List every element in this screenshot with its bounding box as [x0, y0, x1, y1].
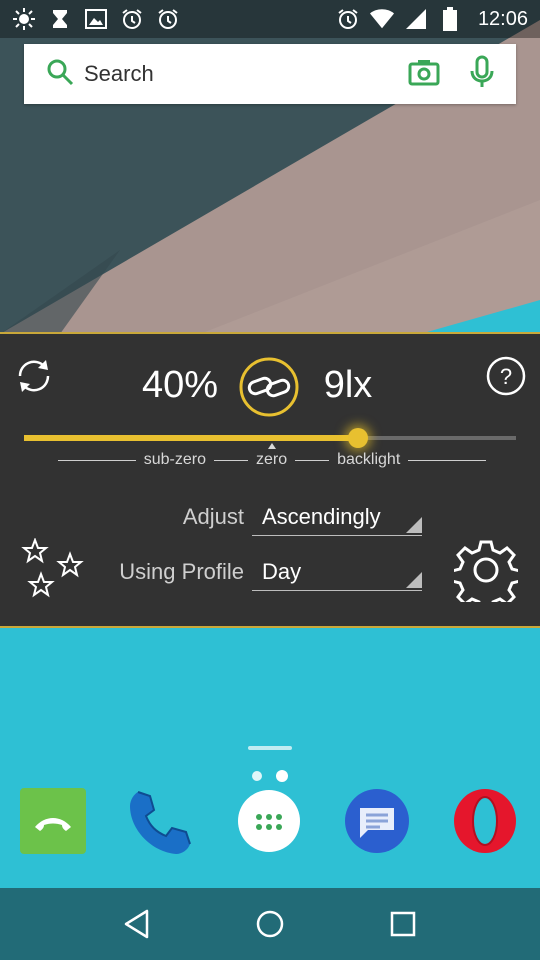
adjust-dropdown[interactable]: Ascendingly	[252, 500, 422, 536]
page-dots	[252, 770, 288, 782]
profile-dropdown[interactable]: Day	[252, 555, 422, 591]
back-button[interactable]	[113, 900, 161, 948]
alarm-icon	[156, 7, 180, 31]
svg-text:?: ?	[500, 364, 512, 389]
brightness-icon	[12, 7, 36, 31]
clock: 12:06	[477, 7, 528, 30]
dock	[0, 786, 540, 860]
link-icon[interactable]	[238, 356, 300, 418]
adjust-label: Adjust	[182, 504, 244, 529]
home-button[interactable]	[246, 900, 294, 948]
status-bar: 12:06	[0, 0, 540, 38]
opera-browser-icon[interactable]	[450, 786, 520, 856]
messages-app-icon[interactable]	[342, 786, 412, 856]
scale-label-zero: zero	[256, 443, 287, 469]
back-icon	[124, 909, 148, 939]
image-icon	[84, 7, 108, 31]
slider-thumb[interactable]	[347, 428, 368, 448]
recents-button[interactable]	[379, 900, 427, 948]
brightness-percent: 40%	[141, 364, 219, 406]
app-drawer-icon[interactable]	[234, 786, 304, 856]
system-icons: 12:06	[336, 7, 528, 31]
dialer-app-icon[interactable]	[126, 786, 196, 856]
microphone-icon[interactable]	[470, 55, 494, 94]
scale-label-sub-zero: sub-zero	[143, 451, 206, 468]
dropdown-arrow-icon	[406, 517, 422, 533]
alarm-icon	[120, 7, 144, 31]
scale-divider	[213, 459, 248, 461]
signal-icon	[404, 7, 428, 31]
page-dot	[252, 771, 262, 781]
lux-reading: 9lx	[323, 364, 373, 406]
wifi-icon	[369, 7, 394, 31]
brightness-widget: 40% 9lx ? sub-zero zero backlight Adjust…	[0, 332, 540, 628]
help-icon[interactable]: ?	[484, 354, 528, 398]
page-dot-active	[276, 770, 288, 782]
profile-value: Day	[262, 559, 302, 584]
phone-call-app-icon[interactable]	[18, 786, 88, 856]
search-icon	[46, 58, 74, 91]
recents-icon	[391, 911, 416, 937]
stars-icon[interactable]	[20, 537, 86, 602]
slider-scale: sub-zero zero backlight	[58, 443, 486, 472]
slider-fill	[24, 435, 358, 441]
scale-divider	[295, 459, 330, 461]
alarm-icon	[336, 7, 360, 31]
adjust-value: Ascendingly	[262, 504, 381, 529]
hourglass-icon	[48, 7, 72, 31]
notification-icons	[12, 7, 180, 31]
scale-label-backlight: backlight	[337, 451, 401, 468]
camera-icon[interactable]	[408, 58, 440, 91]
search-label: Search	[84, 61, 154, 86]
zero-marker	[267, 443, 276, 449]
search-bar[interactable]: Search	[24, 44, 516, 104]
profile-label: Using Profile	[119, 559, 244, 584]
dropdown-arrow-icon	[406, 572, 422, 588]
app-drawer-handle[interactable]	[248, 746, 292, 750]
gear-icon[interactable]	[450, 538, 522, 612]
scale-divider	[58, 459, 136, 461]
rotate-icon[interactable]	[12, 354, 56, 398]
scale-divider	[408, 459, 486, 461]
home-icon	[256, 910, 284, 938]
battery-icon	[438, 7, 462, 31]
navigation-bar	[0, 888, 540, 960]
